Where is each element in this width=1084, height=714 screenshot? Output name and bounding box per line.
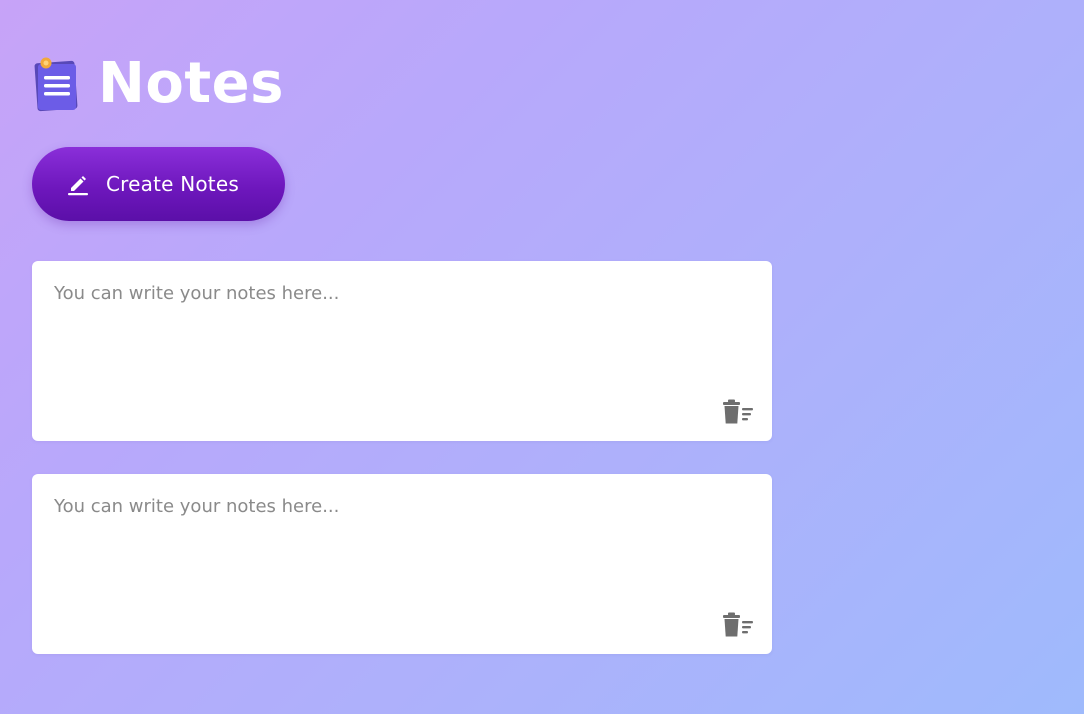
pencil-icon [68, 176, 88, 196]
notepad-icon [34, 57, 78, 112]
create-notes-button[interactable]: Create Notes [32, 147, 285, 221]
note-input[interactable] [32, 474, 772, 654]
trash-icon [723, 612, 753, 637]
app-header: Notes [32, 52, 284, 116]
trash-icon [723, 399, 753, 424]
note-card [32, 474, 772, 654]
create-notes-label: Create Notes [106, 172, 239, 196]
page-title: Notes [98, 51, 284, 116]
delete-note-button[interactable] [722, 612, 754, 638]
note-input[interactable] [32, 261, 772, 441]
delete-note-button[interactable] [722, 399, 754, 425]
note-card [32, 261, 772, 441]
